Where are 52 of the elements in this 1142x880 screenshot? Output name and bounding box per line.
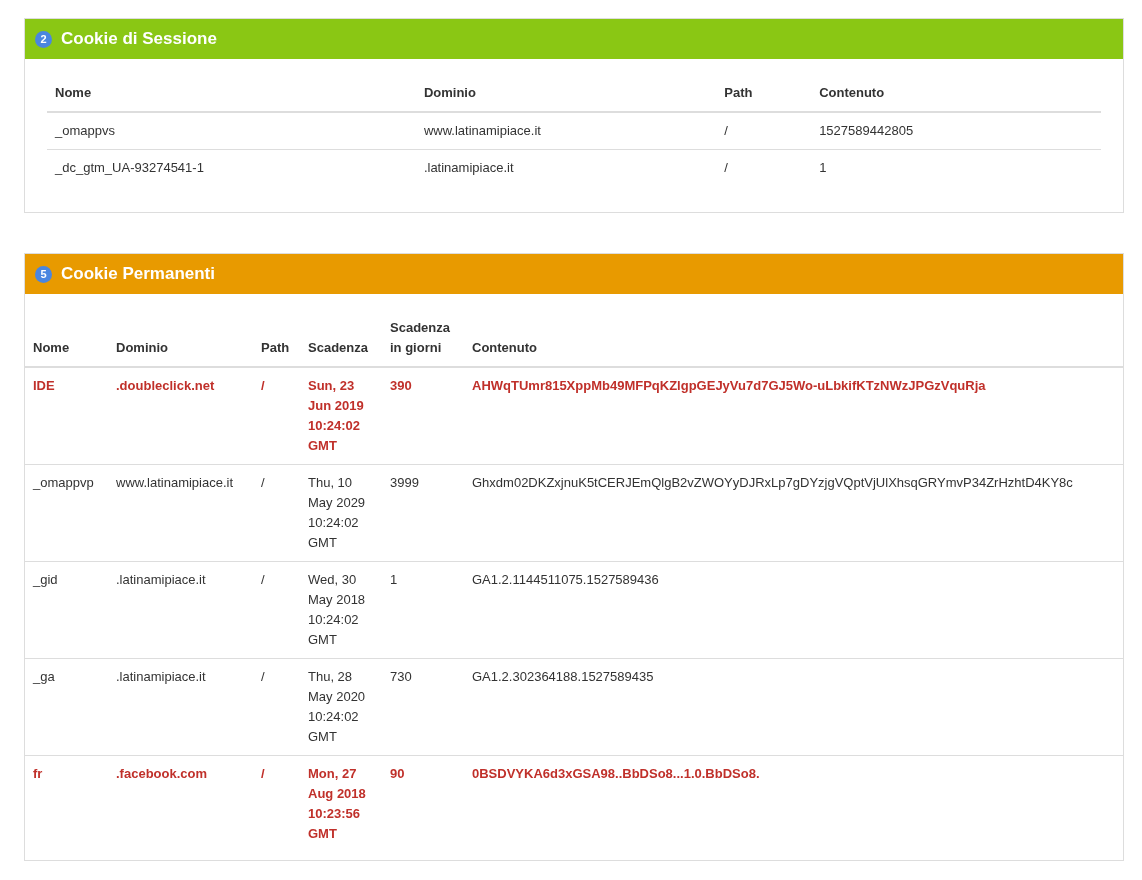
table-cell: .doubleclick.net — [108, 367, 253, 465]
column-header: Dominio — [415, 75, 717, 112]
table-cell: _omappvs — [47, 112, 416, 150]
table-cell: _gid — [25, 561, 108, 659]
column-header: Nome — [25, 310, 108, 367]
table-cell: Ghxdm02DKZxjnuK5tCERJEmQlgB2vZWOYyDJRxLp7gDYzjgVQptVjUlXhsqGRYmvP34ZrHzhtD4KY8c — [464, 464, 1123, 562]
table-cell: 390 — [382, 367, 464, 465]
table-cell: www.latinamipiace.it — [108, 464, 253, 562]
count-badge: 5 — [35, 265, 52, 283]
table-cell: / — [253, 658, 300, 756]
table-cell: 1527589442805 — [811, 112, 1101, 150]
column-header: Path — [253, 310, 300, 367]
table-cell: / — [253, 367, 300, 465]
table-cell: Mon, 27 Aug 2018 10:23:56 GMT — [300, 755, 382, 852]
panel-title: Cookie Permanenti — [61, 263, 215, 286]
table-cell: Thu, 28 May 2020 10:24:02 GMT — [300, 658, 382, 756]
count-badge: 2 — [35, 30, 52, 48]
table-cell: fr — [25, 755, 108, 852]
column-header: Contenuto — [811, 75, 1101, 112]
table-cell: _ga — [25, 658, 108, 756]
column-header: Dominio — [108, 310, 253, 367]
table-cell: / — [253, 561, 300, 659]
table-cell: IDE — [25, 367, 108, 465]
table-cell: .facebook.com — [108, 755, 253, 852]
column-header: Contenuto — [464, 310, 1123, 367]
table-cell: 1 — [382, 561, 464, 659]
panel-title: Cookie di Sessione — [61, 28, 217, 51]
column-header: Nome — [47, 75, 416, 112]
table-cell: 90 — [382, 755, 464, 852]
table-cell: 0BSDVYKA6d3xGSA98..BbDSo8...1.0.BbDSo8. — [464, 755, 1123, 852]
table-cell: / — [253, 755, 300, 852]
table-cell: / — [716, 112, 812, 150]
table-cell: www.latinamipiace.it — [415, 112, 717, 150]
column-header: Scadenza in giorni — [382, 310, 464, 367]
table-cell: GA1.2.302364188.1527589435 — [464, 658, 1123, 756]
table-cell: _omappvp — [25, 464, 108, 562]
table-cell: / — [253, 464, 300, 562]
table-cell: Thu, 10 May 2029 10:24:02 GMT — [300, 464, 382, 562]
table-cell: .latinamipiace.it — [108, 658, 253, 756]
table-cell: / — [716, 149, 812, 186]
column-header: Scadenza — [300, 310, 382, 367]
table-cell: .latinamipiace.it — [415, 149, 717, 186]
table-cell: AHWqTUmr815XppMb49MFPqKZlgpGEJyVu7d7GJ5Wo-uLbkifKTzNWzJPGzVquRja — [464, 367, 1123, 465]
table-cell: 3999 — [382, 464, 464, 562]
column-header: Path — [716, 75, 812, 112]
table-cell: _dc_gtm_UA-93274541-1 — [47, 149, 416, 186]
table-cell: 1 — [811, 149, 1101, 186]
table-cell: 730 — [382, 658, 464, 756]
table-cell: GA1.2.1144511075.1527589436 — [464, 561, 1123, 659]
table-cell: Sun, 23 Jun 2019 10:24:02 GMT — [300, 367, 382, 465]
table-cell: .latinamipiace.it — [108, 561, 253, 659]
table-cell: Wed, 30 May 2018 10:24:02 GMT — [300, 561, 382, 659]
